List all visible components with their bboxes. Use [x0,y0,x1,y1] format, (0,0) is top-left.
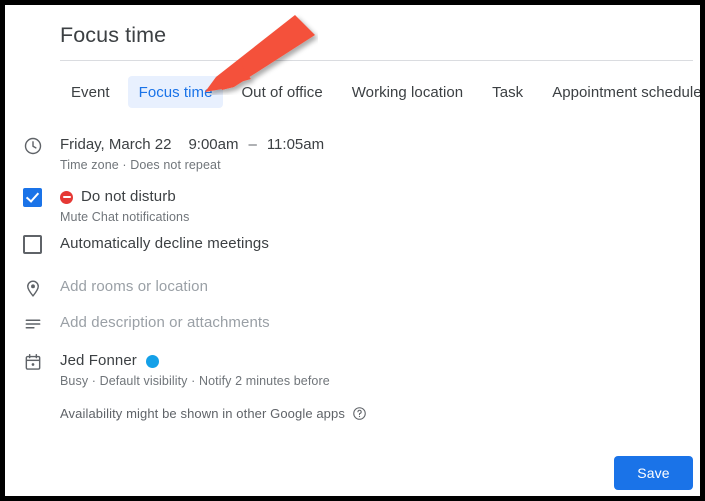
calendar-color-dot[interactable] [145,354,159,368]
calendar-icon-gutter [5,351,60,377]
decline-checkbox-gutter [5,234,60,254]
auto-decline-checkbox[interactable] [23,235,42,254]
tab-label: Appointment schedule [552,83,700,101]
datetime-row: Friday, March 22 9:00am – 11:05am Time z… [5,135,700,174]
dnd-subtitle: Mute Chat notifications [60,210,190,224]
tab-label: Focus time [138,83,213,101]
location-input[interactable]: Add rooms or location [60,277,700,297]
availability-text: Availability might be shown in other Goo… [60,406,345,421]
availability-note: Availability might be shown in other Goo… [60,406,367,421]
description-lines-icon [23,314,43,339]
tab-label: Working location [351,83,464,101]
tab-focus-time[interactable]: Focus time [127,76,224,108]
decline-body: Automatically decline meetings [60,234,700,254]
calendar-row: Jed Fonner Busy · Default visibility · N… [5,351,700,390]
event-date[interactable]: Friday, March 22 [60,135,171,155]
time-range-dash: – [248,136,257,153]
tab-event[interactable]: Event [60,76,121,108]
calendar-owner-name: Jed Fonner [60,352,137,369]
description-row[interactable]: Add description or attachments [5,313,700,339]
clock-icon [23,136,43,161]
event-end-time[interactable]: 11:05am [267,135,324,155]
header-divider [60,60,693,61]
description-input[interactable]: Add description or attachments [60,313,700,333]
datetime-line: Friday, March 22 9:00am – 11:05am [60,135,700,155]
timezone-repeat-label[interactable]: Time zone · Does not repeat [60,157,700,174]
description-body: Add description or attachments [60,313,700,333]
auto-decline-row: Automatically decline meetings [5,234,700,254]
dnd-label: Do not disturb [81,188,176,205]
tab-appointment-schedule[interactable]: Appointment schedule [541,76,700,108]
datetime-icon-gutter [5,135,60,161]
do-not-disturb-icon [60,190,73,204]
event-type-tabs: Event Focus time Out of office Working l… [60,76,700,108]
dnd-title-line: Do not disturb [60,187,700,207]
description-icon-gutter [5,313,60,339]
tab-label: Event [71,83,110,101]
location-icon-gutter [5,277,60,303]
owner-line: Jed Fonner [60,351,700,371]
tab-task[interactable]: Task [481,76,534,108]
tab-out-of-office[interactable]: Out of office [230,76,333,108]
location-body: Add rooms or location [60,277,700,297]
location-pin-icon [23,278,43,303]
auto-decline-label: Automatically decline meetings [60,235,269,252]
focus-time-dialog: Focus time Event Focus time Out of offic… [5,5,700,496]
tab-label: Task [492,83,524,101]
help-circle-icon[interactable] [352,406,367,421]
tab-working-location[interactable]: Working location [341,76,474,108]
calendar-options-label[interactable]: Busy · Default visibility · Notify 2 min… [60,373,700,390]
dialog-header: Focus time [5,5,700,61]
event-start-time[interactable]: 9:00am [188,135,238,155]
calendar-icon [23,352,43,377]
datetime-body: Friday, March 22 9:00am – 11:05am Time z… [60,135,700,174]
location-row[interactable]: Add rooms or location [5,277,700,303]
page-title: Focus time [60,23,167,47]
do-not-disturb-row: Do not disturb Mute Chat notifications [5,187,700,226]
save-button[interactable]: Save [614,456,693,490]
dnd-checkbox-gutter [5,187,60,207]
dnd-body: Do not disturb Mute Chat notifications [60,187,700,226]
calendar-body: Jed Fonner Busy · Default visibility · N… [60,351,700,390]
do-not-disturb-checkbox[interactable] [23,188,42,207]
tab-label: Out of office [241,83,323,101]
